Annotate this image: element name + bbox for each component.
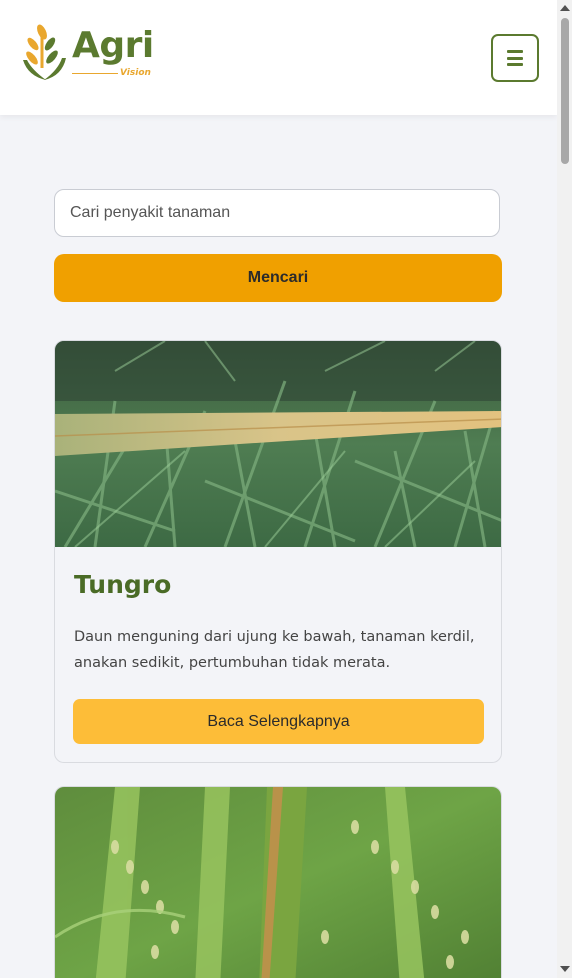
search-button[interactable]: Mencari [54, 254, 502, 302]
site-header: Agri Vision [0, 0, 557, 115]
page: Agri Vision Mencari [0, 0, 572, 978]
wheat-logo-icon [23, 24, 66, 80]
hamburger-icon-bar [507, 63, 523, 66]
disease-card [54, 786, 502, 978]
menu-button[interactable] [491, 34, 539, 82]
read-more-button[interactable]: Baca Selengkapnya [73, 699, 484, 744]
hamburger-icon [507, 50, 523, 53]
scrollbar-thumb[interactable] [561, 18, 569, 164]
scroll-up-icon[interactable] [560, 5, 570, 11]
card-image-tungro [55, 341, 501, 547]
logo-tagline: Vision [120, 68, 151, 78]
card-title: Tungro [74, 570, 172, 599]
disease-card: Tungro Daun menguning dari ujung ke bawa… [54, 340, 502, 763]
card-description: Daun menguning dari ujung ke bawah, tana… [74, 629, 475, 671]
scroll-down-icon[interactable] [560, 966, 570, 972]
agri-vision-logo[interactable]: Agri Vision [22, 24, 162, 84]
logo-underline [72, 73, 118, 74]
hamburger-icon-bar [507, 56, 523, 60]
search-input[interactable] [54, 189, 500, 237]
card-image-disease [55, 787, 501, 978]
logo-wordmark: Agri [72, 25, 154, 66]
